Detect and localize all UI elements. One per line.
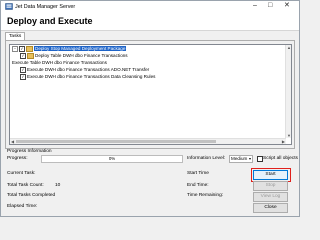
title-bar[interactable]: Jet Data Manager Server – □ ✕ bbox=[1, 1, 299, 13]
tree-node[interactable]: − ✓ Deploy Stop Managed Deployment Package bbox=[12, 46, 127, 52]
tree-checkbox[interactable]: ✓ bbox=[20, 74, 26, 80]
tree-node[interactable]: ✓ Execute DWH dbo Finance Transactions AD… bbox=[20, 67, 149, 73]
total-task-count-value: 10 bbox=[55, 183, 61, 188]
tree-checkbox[interactable]: ✓ bbox=[20, 67, 26, 73]
tree-node-label: Deploy Stop Managed Deployment Package bbox=[34, 46, 127, 52]
task-tree[interactable]: − ✓ Deploy Stop Managed Deployment Package… bbox=[9, 44, 292, 145]
info-level-value: Medium bbox=[231, 156, 248, 161]
vertical-scrollbar[interactable]: ▲ ▼ bbox=[285, 45, 291, 138]
current-task-label: Current Task: bbox=[7, 171, 36, 176]
scroll-thumb[interactable] bbox=[16, 140, 216, 143]
tree-node-label: Execute DWH dbo Finance Transactions Dat… bbox=[27, 74, 156, 80]
tree-checkbox[interactable]: ✓ bbox=[19, 46, 25, 52]
close-icon[interactable]: ✕ bbox=[284, 2, 290, 10]
stop-button[interactable]: Stop bbox=[253, 181, 288, 191]
scroll-up-icon[interactable]: ▲ bbox=[287, 45, 291, 50]
scroll-right-icon[interactable]: ▶ bbox=[282, 139, 285, 144]
total-tasks-completed-label: Total Tasks Completed bbox=[7, 193, 56, 198]
elapsed-time-label: Elapsed Time: bbox=[7, 204, 38, 209]
time-remaining-label: Time Remaining: bbox=[187, 193, 224, 198]
start-time-label: Start Time bbox=[187, 171, 209, 176]
table-icon bbox=[27, 53, 34, 59]
info-level-label: Information Level: bbox=[187, 156, 226, 161]
app-window: Jet Data Manager Server – □ ✕ Deploy and… bbox=[0, 0, 300, 217]
script-all-objects-label: Script all objects bbox=[263, 156, 298, 161]
chevron-down-icon: ▾ bbox=[248, 156, 251, 161]
maximize-icon[interactable]: □ bbox=[268, 2, 272, 10]
progress-value: 0% bbox=[108, 156, 116, 161]
info-level-select[interactable]: Medium ▾ bbox=[229, 155, 253, 163]
tab-tasks[interactable]: Tasks bbox=[5, 32, 26, 40]
total-task-count-label: Total Task Count: bbox=[7, 183, 44, 188]
tree-checkbox[interactable]: ✓ bbox=[20, 53, 26, 59]
window-title: Jet Data Manager Server bbox=[15, 4, 76, 10]
end-time-label: End Time: bbox=[187, 183, 209, 188]
progress-bar: 0% bbox=[41, 155, 183, 163]
tree-node[interactable]: ✓ Execute DWH dbo Finance Transactions Da… bbox=[20, 74, 155, 80]
tree-node-label: Execute Table DWH dbo Finance Transactio… bbox=[12, 60, 107, 65]
scroll-down-icon[interactable]: ▼ bbox=[287, 133, 291, 138]
horizontal-scrollbar[interactable]: ◀ ▶ bbox=[10, 138, 286, 144]
minimize-icon[interactable]: – bbox=[253, 2, 257, 10]
progress-label: Progress: bbox=[7, 156, 28, 161]
view-log-button[interactable]: View Log bbox=[253, 192, 288, 202]
tree-node-label: Execute DWH dbo Finance Transactions ADO… bbox=[27, 67, 150, 73]
database-icon bbox=[5, 3, 13, 10]
page-header: Deploy and Execute bbox=[1, 13, 299, 31]
tab-strip: Tasks bbox=[5, 32, 26, 40]
tree-node-label: Deploy Table DWH dbo Finance Transaction… bbox=[35, 53, 128, 59]
tree-node[interactable]: ✓ Deploy Table DWH dbo Finance Transactio… bbox=[20, 53, 128, 59]
tree-node[interactable]: Execute Table DWH dbo Finance Transactio… bbox=[12, 60, 107, 66]
close-button[interactable]: Close bbox=[253, 203, 288, 213]
page-title: Deploy and Execute bbox=[7, 16, 93, 26]
scroll-left-icon[interactable]: ◀ bbox=[11, 139, 14, 144]
tasks-panel: − ✓ Deploy Stop Managed Deployment Package… bbox=[5, 40, 295, 149]
progress-section-label: Progress Information bbox=[7, 149, 52, 154]
package-icon bbox=[26, 46, 33, 52]
collapse-icon[interactable]: − bbox=[12, 46, 18, 52]
start-highlight bbox=[251, 168, 291, 182]
